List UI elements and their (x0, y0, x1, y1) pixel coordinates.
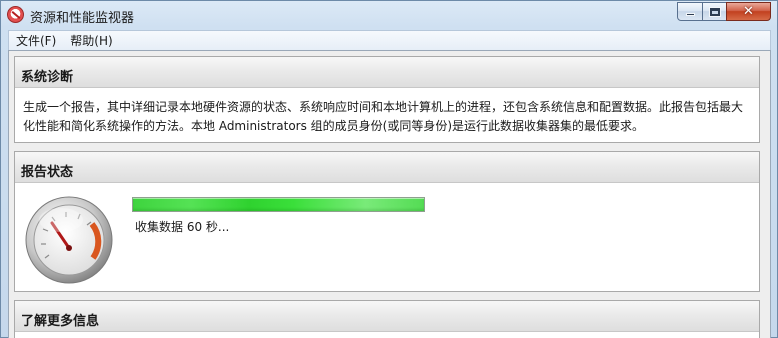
maximize-icon (709, 7, 720, 16)
section-title-learn-more[interactable]: 了解更多信息 (15, 301, 759, 332)
title-bar[interactable]: 资源和性能监视器 ✕ (1, 1, 777, 29)
menu-help[interactable]: 帮助(H) (63, 32, 119, 49)
report-progress-bar (132, 197, 425, 212)
close-button[interactable]: ✕ (726, 2, 771, 21)
app-window: 资源和性能监视器 ✕ 文件(F) 帮助(H) 系统诊断 生成一个报告，其中详细记… (0, 0, 778, 338)
section-system-diagnosis: 系统诊断 生成一个报告，其中详细记录本地硬件资源的状态、系统响应时间和本地计算机… (14, 56, 760, 143)
close-icon: ✕ (743, 4, 754, 19)
progress-fill (133, 198, 424, 211)
collection-status-text: 收集数据 60 秒... (135, 220, 230, 234)
performance-monitor-icon (7, 6, 24, 23)
section-title-diagnosis[interactable]: 系统诊断 (15, 57, 759, 88)
window-title: 资源和性能监视器 (30, 11, 135, 26)
main-content: 系统诊断 生成一个报告，其中详细记录本地硬件资源的状态、系统响应时间和本地计算机… (8, 50, 771, 338)
maximize-button[interactable] (702, 2, 727, 21)
section-report-status: 报告状态 收集数据 60 秒... (14, 151, 760, 292)
menu-file[interactable]: 文件(F) (9, 32, 63, 49)
section-title-report-status[interactable]: 报告状态 (15, 152, 759, 183)
speedometer-gauge-icon (25, 196, 113, 284)
menu-bar: 文件(F) 帮助(H) (8, 30, 771, 50)
minimize-button[interactable] (677, 2, 703, 21)
diagnosis-description: 生成一个报告，其中详细记录本地硬件资源的状态、系统响应时间和本地计算机上的进程，… (23, 100, 744, 133)
section-learn-more: 了解更多信息 (14, 300, 760, 338)
minimize-icon (685, 13, 695, 16)
